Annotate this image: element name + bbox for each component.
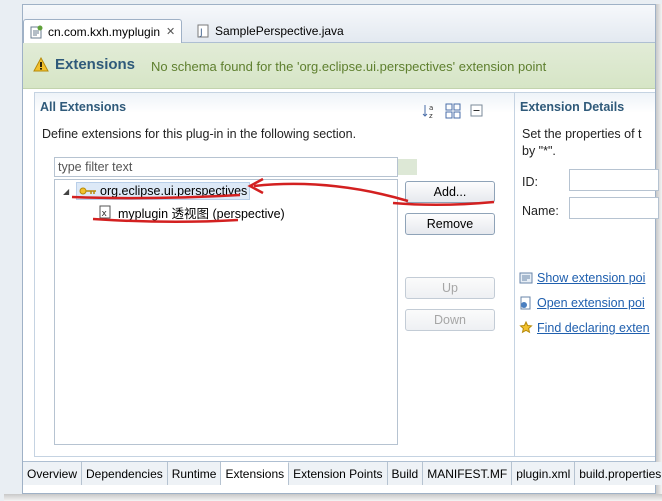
open-schema-icon	[519, 296, 533, 310]
open-extension-point-link[interactable]: Open extension poi	[537, 296, 645, 310]
filter-input[interactable]: type filter text	[54, 157, 417, 177]
show-extension-point-link[interactable]: Show extension poi	[537, 271, 645, 285]
svg-text:x: x	[102, 209, 108, 219]
tab-build-properties[interactable]: build.properties	[575, 462, 662, 485]
sort-alphabetical-icon[interactable]: az	[422, 103, 438, 120]
svg-text:J: J	[199, 28, 203, 38]
editor-tab-java-label: SamplePerspective.java	[215, 24, 344, 38]
extension-details-section: Extension Details Set the properties of …	[514, 92, 655, 457]
tab-runtime[interactable]: Runtime	[167, 462, 222, 485]
id-input[interactable]	[569, 169, 659, 191]
editor-tab-bar: cn.com.kxh.myplugin ✕ J SamplePerspectiv…	[23, 5, 655, 43]
tree-item-perspective[interactable]: x myplugin 透视图 (perspective)	[99, 203, 285, 221]
java-file-icon: J	[197, 24, 210, 38]
tab-dependencies[interactable]: Dependencies	[82, 462, 168, 485]
warning-icon	[33, 56, 49, 76]
plugin-icon	[30, 25, 43, 39]
details-description-line1: Set the properties of t	[522, 127, 642, 141]
header-message: No schema found for the 'org.eclipse.ui.…	[151, 59, 547, 74]
id-label: ID:	[522, 175, 538, 189]
svg-text:z: z	[429, 112, 433, 119]
expand-arrow-icon[interactable]: ◢	[63, 187, 69, 196]
clear-filter-icon[interactable]	[398, 159, 417, 175]
tree-item-label: org.eclipse.ui.perspectives	[100, 184, 248, 198]
filter-placeholder: type filter text	[58, 160, 133, 174]
form-body: All Extensions az Define extensions for …	[23, 89, 659, 459]
name-input[interactable]	[569, 197, 659, 219]
tree-item-label: myplugin 透视图 (perspective)	[118, 206, 285, 221]
plugin-manifest-editor: cn.com.kxh.myplugin ✕ J SamplePerspectiv…	[22, 4, 662, 494]
editor-tab-plugin[interactable]: cn.com.kxh.myplugin ✕	[23, 19, 183, 43]
down-button[interactable]: Down	[405, 309, 495, 331]
tab-manifest-mf[interactable]: MANIFEST.MF	[423, 462, 513, 485]
window-shadow-right	[656, 4, 662, 501]
page-tab-bar: Overview Dependencies Runtime Extensions…	[23, 461, 662, 485]
close-icon[interactable]: ✕	[166, 25, 175, 38]
name-label: Name:	[522, 204, 559, 218]
show-details-icon[interactable]	[445, 103, 461, 119]
extension-details-title: Extension Details	[520, 100, 625, 114]
find-declaring-extension-link[interactable]: Find declaring exten	[537, 321, 650, 335]
window-shadow-bottom	[4, 494, 662, 501]
collapse-all-icon[interactable]	[469, 103, 485, 119]
editor-tab-java[interactable]: J SamplePerspective.java	[191, 20, 350, 42]
all-extensions-title: All Extensions	[40, 100, 127, 114]
tab-extensions[interactable]: Extensions	[221, 462, 290, 485]
add-button[interactable]: Add...	[405, 181, 495, 203]
show-description-icon	[519, 271, 533, 285]
up-button[interactable]: Up	[405, 277, 495, 299]
tab-extension-points[interactable]: Extension Points	[289, 462, 388, 485]
tab-build[interactable]: Build	[387, 462, 424, 485]
extensions-tree[interactable]: ◢ org.eclipse.ui.perspectives x myplugin…	[54, 179, 398, 445]
tree-item-perspectives[interactable]: org.eclipse.ui.perspectives	[76, 182, 251, 200]
all-extensions-section: All Extensions az Define extensions for …	[34, 92, 515, 457]
remove-button[interactable]: Remove	[405, 213, 495, 235]
tab-overview[interactable]: Overview	[23, 462, 83, 485]
page-title: Extensions	[55, 56, 136, 73]
find-declaration-icon	[519, 320, 533, 335]
editor-tab-plugin-label: cn.com.kxh.myplugin	[48, 24, 161, 39]
tab-plugin-xml[interactable]: plugin.xml	[512, 462, 576, 485]
form-header: Extensions No schema found for the 'org.…	[23, 43, 655, 89]
extension-point-icon	[79, 185, 97, 197]
all-extensions-description: Define extensions for this plug-in in th…	[42, 127, 357, 141]
details-description-line2: by "*".	[522, 144, 556, 158]
element-icon: x	[99, 205, 111, 219]
svg-text:a: a	[429, 104, 433, 112]
